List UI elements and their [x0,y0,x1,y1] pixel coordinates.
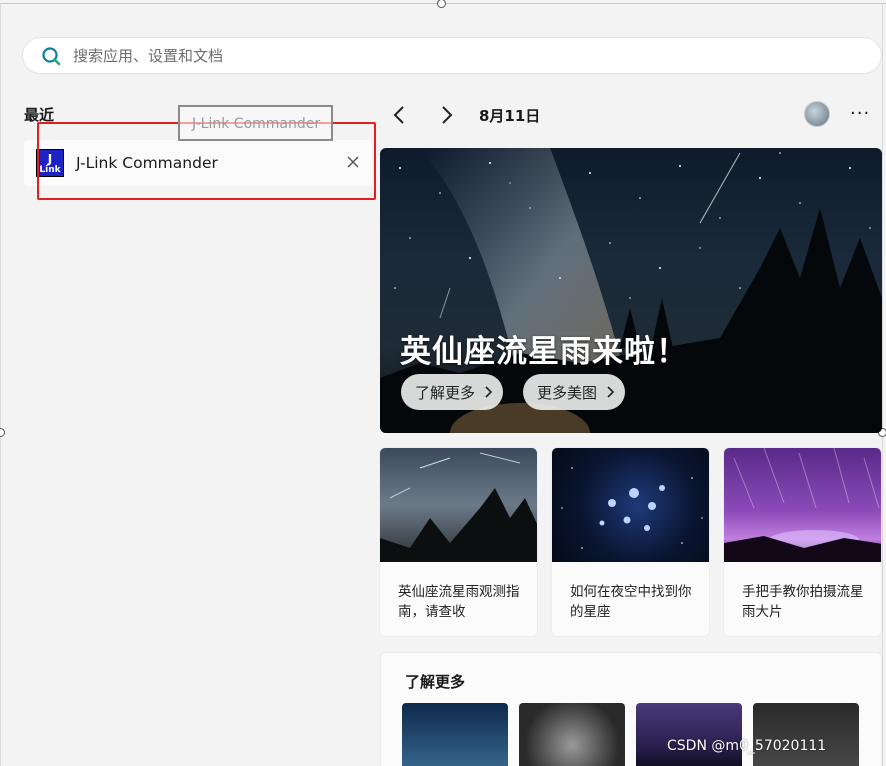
chevron-right-icon [485,386,493,398]
more-options-icon[interactable]: ··· [850,103,870,124]
thumbnail-image[interactable] [519,703,625,766]
news-card[interactable]: 如何在夜空中找到你的星座 [551,447,710,637]
feed-date: 8月11日 [479,107,541,125]
avatar[interactable] [804,101,830,127]
search-icon [42,46,61,65]
watermark: CSDN @m0_57020111 [667,738,827,754]
search-box[interactable] [22,37,882,74]
chevron-right-icon [607,386,615,398]
thumbnail-image[interactable] [753,703,859,766]
jlink-app-icon: J Link [36,149,64,177]
learn-more-label: 了解更多 [415,383,476,402]
card-caption: 手把手教你拍摄流星雨大片 [742,584,864,620]
news-card[interactable]: 手把手教你拍摄流星雨大片 [723,447,882,637]
thumbnail-image[interactable] [402,703,508,766]
more-images-label: 更多美图 [537,383,598,402]
chevron-right-icon[interactable] [434,103,458,127]
drag-tooltip: J-Link Commander [178,105,333,141]
recent-item-label: J-Link Commander [76,154,218,172]
hero-title: 英仙座流星雨来啦！ [400,334,688,370]
window-frame-left [0,3,1,766]
card-caption: 如何在夜空中找到你的星座 [570,584,692,620]
card-image [552,448,709,562]
resize-handle-left[interactable] [0,428,5,437]
card-image [724,448,881,562]
news-card[interactable]: 英仙座流星雨观测指南，请查收 [379,447,538,637]
thumbnail-image[interactable] [636,703,742,766]
card-image [380,448,537,562]
window-frame-right [882,3,883,766]
close-icon[interactable] [344,153,362,171]
chevron-left-icon[interactable] [388,103,412,127]
search-input[interactable] [73,46,881,65]
card-caption: 英仙座流星雨观测指南，请查收 [398,584,520,620]
more-images-button[interactable]: 更多美图 [523,374,626,410]
recent-item-jlink[interactable]: J Link J-Link Commander [24,140,372,186]
recent-heading: 最近 [24,106,55,124]
learn-more-button[interactable]: 了解更多 [401,374,504,410]
hero-card[interactable]: 英仙座流星雨来啦！ 了解更多 更多美图 [380,148,882,433]
resize-handle-top[interactable] [437,0,446,8]
learn-more-heading: 了解更多 [405,673,466,691]
